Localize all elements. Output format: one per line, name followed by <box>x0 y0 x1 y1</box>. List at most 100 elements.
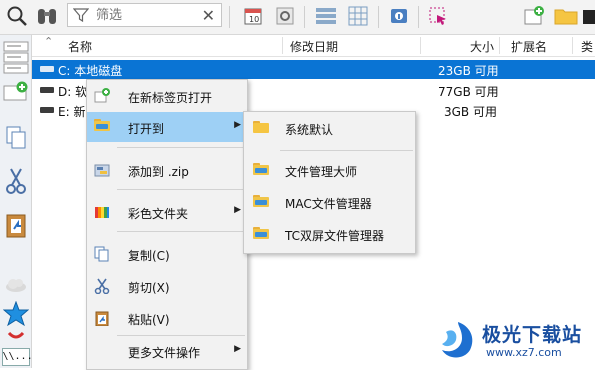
menu-separator <box>117 231 245 232</box>
color-folder-icon <box>94 204 110 220</box>
column-divider <box>282 37 283 54</box>
properties-icon[interactable] <box>386 2 412 30</box>
submenu-item-mac-manager[interactable]: MAC文件管理器 <box>244 187 415 217</box>
column-divider <box>572 37 573 54</box>
column-modified[interactable]: 修改日期 <box>290 38 338 55</box>
menu-item-color-folder[interactable]: 彩色文件夹 ▶ <box>87 197 247 227</box>
watermark-title: 极光下载站 <box>482 324 583 346</box>
paste-icon <box>94 310 110 327</box>
tc-folder-icon <box>253 195 269 209</box>
cloud-icon[interactable] <box>0 277 31 293</box>
tc-folder-icon <box>253 227 269 241</box>
submenu-arrow-icon: ▶ <box>234 120 241 130</box>
zip-icon <box>94 162 110 178</box>
menu-item-label: 更多文件操作 <box>128 346 201 360</box>
menu-item-open-to[interactable]: 打开到 ▶ <box>87 112 247 142</box>
new-item-icon[interactable] <box>521 2 547 30</box>
toolbar: ✕ 10 <box>0 0 595 35</box>
row-size: 3GB 可用 <box>444 105 497 119</box>
paste-icon[interactable] <box>0 211 31 239</box>
menu-item-label: 粘贴(V) <box>128 313 170 327</box>
toolbar-divider <box>418 6 419 28</box>
menu-separator <box>280 150 413 151</box>
menu-item-add-zip[interactable]: 添加到 .zip <box>87 155 247 185</box>
menu-item-cut[interactable]: 剪切(X) <box>87 271 247 301</box>
select-icon[interactable] <box>424 2 452 30</box>
search-icon[interactable] <box>4 2 30 30</box>
row-name: C: 本地磁盘 <box>58 64 123 78</box>
network-tab-label: \\... <box>1 348 33 366</box>
toolbar-divider <box>229 6 230 28</box>
row-size: 23GB 可用 <box>438 64 499 78</box>
drive-icon <box>40 107 54 113</box>
menu-item-more-file-ops[interactable]: 更多文件操作 ▶ <box>87 336 247 366</box>
copy-icon[interactable] <box>0 125 31 151</box>
column-divider <box>420 37 421 54</box>
column-ext[interactable]: 扩展名 <box>511 38 547 55</box>
toolbar-divider <box>304 6 305 28</box>
drive-icon <box>40 87 54 93</box>
gear-icon[interactable] <box>272 2 298 30</box>
binoculars-icon[interactable] <box>34 2 60 30</box>
watermark-url: www.xz7.com <box>486 346 562 359</box>
submenu-arrow-icon: ▶ <box>234 205 241 215</box>
filter-icon <box>72 7 90 26</box>
drive-icon <box>40 66 54 72</box>
menu-item-label: 剪切(X) <box>128 281 170 295</box>
star-icon[interactable] <box>0 301 31 327</box>
context-menu: 在新标签页打开 打开到 ▶ 添加到 .zip 彩色文件夹 ▶ 复制(C) 剪切(… <box>86 79 248 370</box>
clear-icon[interactable]: ✕ <box>202 6 215 25</box>
filter-input[interactable] <box>96 6 196 24</box>
menu-item-label: 彩色文件夹 <box>128 207 189 221</box>
menu-item-label: 在新标签页打开 <box>128 91 213 105</box>
table-row[interactable]: C: 本地磁盘 23GB 可用 <box>32 60 595 79</box>
add-tab-icon[interactable] <box>0 81 31 103</box>
column-size[interactable]: 大小 <box>470 38 494 55</box>
submenu-item-label: MAC文件管理器 <box>285 197 372 211</box>
menu-item-paste[interactable]: 粘贴(V) <box>87 303 247 333</box>
menu-item-open-new-tab[interactable]: 在新标签页打开 <box>87 81 247 111</box>
tabs-icon[interactable] <box>0 41 31 75</box>
submenu-item-file-master[interactable]: 文件管理大师 <box>244 155 415 185</box>
submenu-arrow-icon: ▶ <box>234 344 241 354</box>
copy-icon <box>94 246 110 262</box>
menu-item-label: 复制(C) <box>128 249 170 263</box>
details-view-icon[interactable] <box>312 2 340 30</box>
submenu-item-label: TC双屏文件管理器 <box>285 229 385 243</box>
menu-item-copy[interactable]: 复制(C) <box>87 239 247 269</box>
grid-view-icon[interactable] <box>345 2 371 30</box>
calendar-icon[interactable]: 10 <box>240 2 266 30</box>
menu-item-label: 打开到 <box>128 122 165 136</box>
new-tab-icon <box>94 88 110 104</box>
left-toolbar: \\... <box>0 35 33 368</box>
network-tab[interactable]: \\... <box>0 348 33 366</box>
submenu-item-label: 文件管理大师 <box>285 165 358 179</box>
menu-item-label: 添加到 .zip <box>128 165 189 179</box>
submenu-item-system-default[interactable]: 系统默认 <box>244 113 415 143</box>
cut-icon <box>94 278 110 295</box>
menu-separator <box>117 189 245 190</box>
menu-separator <box>117 147 245 148</box>
open-to-icon <box>94 119 110 135</box>
remove-icon[interactable] <box>0 331 31 341</box>
toolbar-divider <box>378 6 379 28</box>
collapse-icon[interactable]: ⌃ <box>44 35 53 48</box>
submenu-item-tc-manager[interactable]: TC双屏文件管理器 <box>244 219 415 249</box>
watermark-logo-icon <box>442 322 473 358</box>
column-name[interactable]: 名称 <box>68 38 92 55</box>
tc-folder-icon <box>253 163 269 177</box>
open-to-submenu: 系统默认 文件管理大师 MAC文件管理器 TC双屏文件管理器 <box>243 111 416 254</box>
row-name: E: 新 <box>58 105 86 119</box>
folder-icon <box>253 121 269 135</box>
list-header: ⌃ 名称 修改日期 大小 扩展名 类 <box>32 35 595 57</box>
cut-icon[interactable] <box>0 167 31 195</box>
column-divider <box>499 37 500 54</box>
watermark: 极光下载站 www.xz7.com <box>436 318 588 364</box>
filter-box[interactable]: ✕ <box>67 3 222 27</box>
overflow-icon[interactable] <box>583 2 595 30</box>
column-type[interactable]: 类 <box>581 38 593 55</box>
row-size: 77GB 可用 <box>438 85 499 99</box>
svg-text:10: 10 <box>249 15 259 24</box>
folder-icon[interactable] <box>553 2 579 30</box>
row-name: D: 软 <box>58 85 88 99</box>
